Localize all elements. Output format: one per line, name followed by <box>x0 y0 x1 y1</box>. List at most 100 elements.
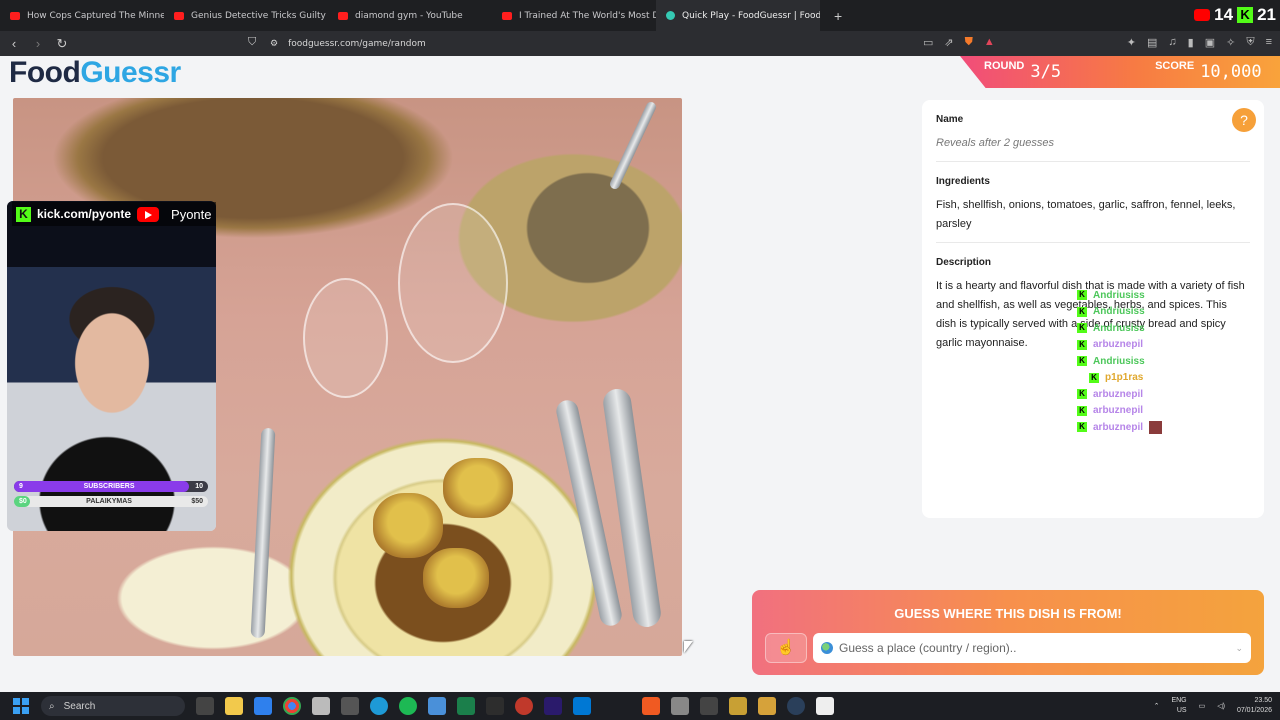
chat-row: K Andriusiss <box>1077 320 1270 337</box>
goal-target: 10 <box>195 483 203 490</box>
app-icon[interactable] <box>758 697 776 715</box>
tab-title: diamond gym - YouTube <box>355 10 463 21</box>
chevron-up-icon[interactable]: ⌃ <box>1154 702 1160 710</box>
kick-badge-icon: K <box>1077 422 1087 433</box>
reader-icon[interactable]: ▮ <box>1188 36 1194 49</box>
new-tab-button[interactable]: + <box>834 8 842 24</box>
volume-icon[interactable]: ◁) <box>1217 702 1225 710</box>
logo[interactable]: FoodGuessr <box>9 56 181 90</box>
guess-placeholder: Guess a place (country / region).. <box>839 641 1017 655</box>
app-icon[interactable] <box>486 697 504 715</box>
url-text: foodguessr.com/game/random <box>288 38 426 49</box>
spotify-icon[interactable] <box>399 697 417 715</box>
date: 07/01/2026 <box>1236 707 1272 714</box>
file-explorer-icon[interactable] <box>225 697 243 715</box>
url-field[interactable]: ⚙ foodguessr.com/game/random <box>270 35 426 52</box>
vpn-icon[interactable]: ⛨ <box>1246 36 1254 49</box>
app-icon[interactable] <box>573 697 591 715</box>
extensions-icon[interactable]: ✦ <box>1127 36 1136 49</box>
browser-tab[interactable]: How Cops Captured The Minnesota I <box>0 0 164 31</box>
site-settings-icon[interactable]: ⚙ <box>270 39 278 49</box>
app-icon[interactable] <box>729 697 747 715</box>
kick-icon: K <box>1237 7 1254 23</box>
goal-label: SUBSCRIBERS <box>83 483 135 490</box>
browser-tab-bar: How Cops Captured The Minnesota I Genius… <box>0 0 1280 31</box>
sidebar-icon[interactable]: ▤ <box>1147 36 1157 49</box>
region: US <box>1176 707 1187 714</box>
name-value: Reveals after 2 guesses <box>936 134 1250 162</box>
language-indicator[interactable]: ENG US <box>1171 696 1186 716</box>
forward-icon[interactable]: › <box>28 36 48 51</box>
emote-icon <box>1149 420 1163 434</box>
task-view-icon[interactable] <box>196 697 214 715</box>
chat-user: Andriusiss <box>1093 355 1145 367</box>
steam-icon[interactable] <box>787 697 805 715</box>
chrome-icon[interactable] <box>283 697 301 715</box>
browser-tab[interactable]: diamond gym - YouTube <box>328 0 492 31</box>
start-icon[interactable] <box>13 698 29 714</box>
foodguessr-page: FoodGuessr ROUND 3/5 SCORE 10,000 K kick… <box>0 56 1280 690</box>
brave-shield-icon[interactable]: ⛊ <box>965 36 973 49</box>
search-icon: ⌕ <box>49 700 55 712</box>
kick-badge-icon: K <box>1089 372 1099 383</box>
round-value: 3/5 <box>1030 62 1062 82</box>
browser-tab-active[interactable]: Quick Play - FoodGuessr | FoodG✕ <box>656 0 820 31</box>
app-icon[interactable] <box>515 697 533 715</box>
bookmark-icon[interactable]: ⛉ <box>248 36 256 49</box>
kick-badge-icon: K <box>1077 356 1087 367</box>
bread-toast <box>443 458 513 518</box>
guess-title: GUESS WHERE THIS DISH IS FROM! <box>894 606 1122 621</box>
reload-icon[interactable]: ↻ <box>52 36 72 52</box>
guess-select[interactable]: Guess a place (country / region).. ⌄ <box>813 633 1251 663</box>
edge-icon[interactable] <box>370 697 388 715</box>
browser-tab[interactable]: I Trained At The World's Most Dange <box>492 0 656 31</box>
media-icon[interactable]: ♫ <box>1168 36 1176 49</box>
stream-stats: 14 K 21 <box>1194 2 1280 28</box>
screenshot-icon[interactable]: ▭ <box>923 36 933 49</box>
chat-row: K Andriusiss <box>1077 353 1270 370</box>
app-icon[interactable] <box>428 697 446 715</box>
goal-current: 9 <box>19 483 23 490</box>
youtube-icon <box>502 11 512 20</box>
rewards-icon[interactable]: ▲ <box>984 36 995 49</box>
premiere-icon[interactable] <box>544 697 562 715</box>
chat-row: Karbuznepil <box>1077 337 1270 354</box>
menu-icon[interactable]: ≡ <box>1266 36 1272 49</box>
kick-badge-icon: K <box>1077 323 1087 334</box>
chat-user: Andriusiss <box>1093 306 1145 318</box>
map-pick-button[interactable]: ☝ <box>765 633 807 663</box>
windows-taskbar: ⌕ Search ⌃ ENG US ▭ ◁) 23.50 07/01/2026 <box>0 692 1280 720</box>
clock[interactable]: 23.50 07/01/2026 <box>1237 696 1272 716</box>
app-icon[interactable] <box>341 697 359 715</box>
goal-label: PALAIKYMAS <box>86 498 132 505</box>
help-icon[interactable]: ? <box>1232 108 1256 132</box>
wine-glass <box>398 203 508 363</box>
youtube-icon <box>137 206 160 222</box>
brave-icon[interactable] <box>642 697 660 715</box>
app-icon[interactable] <box>671 697 689 715</box>
chat-user: p1p1ras <box>1105 372 1144 384</box>
tab-title: Quick Play - FoodGuessr | FoodG <box>682 10 820 21</box>
subscribers-goal: 9 SUBSCRIBERS 10 <box>14 481 208 492</box>
bread-toast <box>423 548 489 608</box>
app-icon[interactable] <box>457 697 475 715</box>
browser-tab[interactable]: Genius Detective Tricks Guilty Suspe <box>164 0 328 31</box>
toolbar-icons: ▭ ⇗ ⛊ ▲ ✦ ▤ ♫ ▮ ▣ ✧ ⛨ ≡ <box>923 36 1272 49</box>
chat-row: K Andriusiss <box>1077 304 1270 321</box>
taskbar-search[interactable]: ⌕ Search <box>41 696 185 716</box>
share-icon[interactable]: ⇗ <box>944 36 953 49</box>
store-icon[interactable] <box>254 697 272 715</box>
lang: ENG <box>1171 697 1187 704</box>
app-icon[interactable] <box>700 697 718 715</box>
guess-row: ☝ Guess a place (country / region).. ⌄ <box>765 633 1251 663</box>
back-icon[interactable]: ‹ <box>4 36 24 51</box>
chat-user: Andriusiss <box>1093 322 1145 334</box>
chat-row: Karbuznepil <box>1077 419 1270 436</box>
network-icon[interactable]: ▭ <box>1199 702 1206 710</box>
app-icon[interactable] <box>312 697 330 715</box>
leo-icon[interactable]: ✧ <box>1226 36 1235 49</box>
wallet-icon[interactable]: ▣ <box>1205 36 1215 49</box>
goal-current: $0 <box>19 498 27 505</box>
app-icon[interactable] <box>816 697 834 715</box>
